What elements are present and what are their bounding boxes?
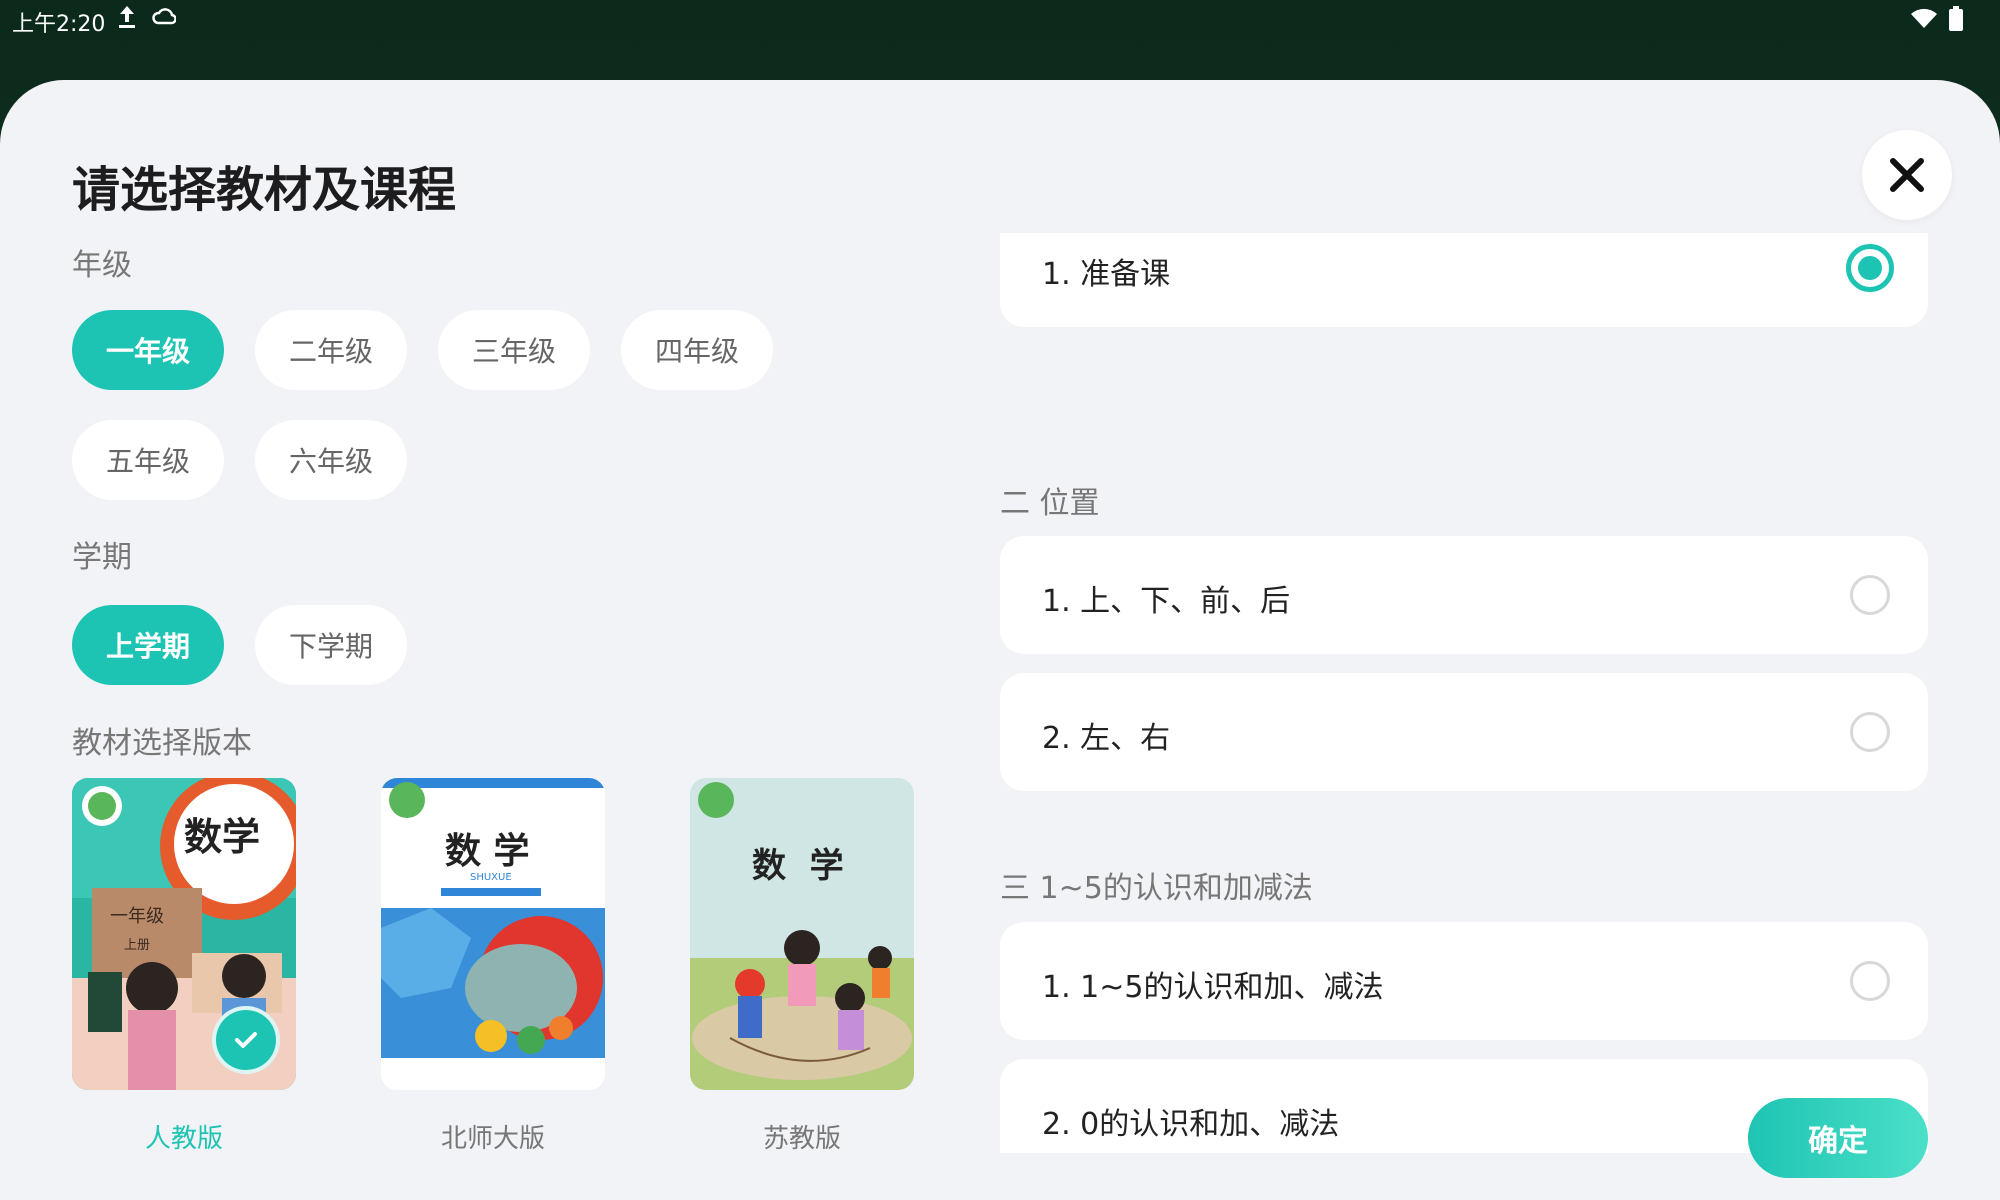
cloud-sync-icon — [152, 7, 177, 31]
lesson-radio[interactable] — [1850, 712, 1890, 752]
lesson-radio[interactable] — [1850, 575, 1890, 615]
lesson-radio[interactable] — [1850, 961, 1890, 1001]
lesson-item-1-to-5[interactable]: 1. 1~5的认识和加、减法 — [1000, 922, 1928, 1040]
lesson-item-up-down[interactable]: 1. 上、下、前、后 — [1000, 536, 1928, 654]
lesson-list[interactable]: 1. 准备课 二 位置 1. 上、下、前、后 2. 左、右 三 1~5的认识和加… — [1000, 233, 1930, 1153]
textbook-cover-sujiao[interactable]: 数 学 — [690, 778, 914, 1090]
lesson-item-label: 1. 1~5的认识和加、减法 — [1042, 970, 1384, 1005]
status-time: 上午2:20 — [12, 12, 106, 37]
renjiao-cover-volume: 上册 — [124, 938, 151, 953]
confirm-button[interactable]: 确定 — [1748, 1098, 1928, 1178]
grade-option-5[interactable]: 五年级 — [72, 420, 224, 500]
grade-option-2[interactable]: 二年级 — [255, 310, 407, 390]
close-icon — [1890, 158, 1924, 192]
lesson-item-label: 2. 左、右 — [1042, 721, 1171, 756]
upload-icon — [116, 4, 138, 34]
grade-label: 年级 — [72, 248, 132, 283]
grade-option-1[interactable]: 一年级 — [72, 310, 224, 390]
lesson-item-preparation[interactable]: 1. 准备课 — [1000, 233, 1928, 327]
renjiao-cover-grade: 一年级 — [110, 906, 164, 927]
textbook-cover-renjiao[interactable]: 数学 一年级 上册 — [72, 778, 296, 1090]
semester-option-first[interactable]: 上学期 — [72, 605, 224, 685]
wifi-icon — [1910, 8, 1938, 34]
grade-option-6[interactable]: 六年级 — [255, 420, 407, 500]
lesson-item-label: 1. 上、下、前、后 — [1042, 584, 1291, 619]
grade-option-4[interactable]: 四年级 — [621, 310, 773, 390]
selection-sheet: 请选择教材及课程 年级 一年级 二年级 三年级 四年级 五年级 六年级 学期 上… — [0, 80, 2000, 1200]
lesson-radio-checked[interactable] — [1846, 244, 1894, 292]
battery-icon — [1948, 6, 1964, 36]
grade-option-3[interactable]: 三年级 — [438, 310, 590, 390]
unit-title-position: 二 位置 — [1000, 486, 1100, 521]
close-button[interactable] — [1862, 130, 1952, 220]
lesson-item-label: 2. 0的认识和加、减法 — [1042, 1107, 1340, 1142]
textbook-label-beishida[interactable]: 北师大版 — [381, 1118, 605, 1155]
status-bar: 上午2:20 — [0, 0, 2000, 38]
unit-title-numbers: 三 1~5的认识和加减法 — [1000, 871, 1313, 906]
sujiao-cover-title: 数 学 — [752, 846, 844, 886]
lesson-item-left-right[interactable]: 2. 左、右 — [1000, 673, 1928, 791]
semester-label: 学期 — [72, 540, 132, 575]
renjiao-cover-title: 数学 — [184, 814, 261, 859]
lesson-item-label: 1. 准备课 — [1042, 257, 1171, 292]
beishida-cover-title: 数 学 — [445, 830, 530, 872]
sujiao-cover-art — [690, 778, 914, 1090]
textbook-label-sujiao[interactable]: 苏教版 — [690, 1118, 914, 1155]
selected-check-badge — [212, 1006, 280, 1074]
textbook-label: 教材选择版本 — [72, 726, 252, 761]
semester-option-second[interactable]: 下学期 — [255, 605, 407, 685]
page-title: 请选择教材及课程 — [72, 162, 457, 218]
textbook-label-renjiao[interactable]: 人教版 — [72, 1118, 296, 1155]
beishida-cover-subtitle: SHUXUE — [470, 872, 512, 883]
textbook-cover-beishida[interactable]: 数 学 SHUXUE — [381, 778, 605, 1090]
check-icon — [235, 1032, 257, 1048]
